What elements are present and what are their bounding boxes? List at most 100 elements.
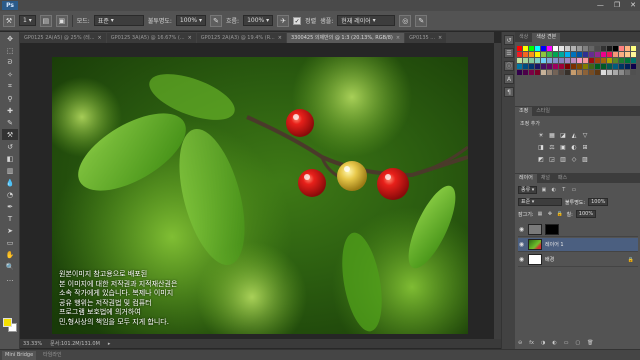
type-filter-icon[interactable]: T (560, 187, 567, 194)
marquee-tool-icon[interactable]: ⬚ (2, 45, 18, 56)
history-panel-icon[interactable]: ↺ (504, 35, 514, 45)
layer-row[interactable]: ◉ 배경 🔒 (518, 253, 638, 267)
shape-tool-icon[interactable]: ▭ (2, 237, 18, 248)
exposure-adjust-icon[interactable]: ◭ (570, 132, 578, 139)
close-tab-icon[interactable]: × (98, 33, 102, 43)
close-tab-icon[interactable]: × (438, 33, 442, 43)
eyedropper-tool-icon[interactable]: ⚲ (2, 93, 18, 104)
dodge-tool-icon[interactable]: ◔ (2, 189, 18, 200)
close-tab-icon[interactable]: × (396, 33, 400, 43)
timeline-tab[interactable]: 타임라인 (40, 351, 64, 360)
history-brush-tool-icon[interactable]: ↺ (2, 141, 18, 152)
foreground-color-swatch[interactable] (3, 318, 12, 327)
healing-brush-tool-icon[interactable]: ✚ (2, 105, 18, 116)
zoom-level[interactable]: 33.33% (23, 341, 42, 347)
maximize-button[interactable]: ❐ (614, 1, 620, 9)
hand-tool-icon[interactable]: ✋ (2, 249, 18, 260)
tab-color[interactable]: 색상 (515, 33, 532, 42)
fill-field[interactable]: 100% (575, 210, 597, 218)
paragraph-panel-icon[interactable]: ¶ (504, 87, 514, 97)
selective-color-adjust-icon[interactable]: ◇ (570, 156, 578, 163)
brush-panel-icon[interactable]: ▤ (39, 14, 52, 27)
layer-style-icon[interactable]: fx (529, 340, 534, 346)
color-picker[interactable] (3, 318, 17, 332)
tab-adjustments[interactable]: 조정 (515, 107, 533, 116)
posterize-adjust-icon[interactable]: ◲ (548, 156, 556, 163)
tab-swatches[interactable]: 색상 견본 (532, 33, 561, 42)
minimize-button[interactable]: — (597, 1, 604, 9)
layer-opacity-field[interactable]: 100% (588, 198, 609, 206)
type-tool-icon[interactable]: T (2, 213, 18, 224)
layer-kind-filter[interactable]: 종류 ▾ (518, 186, 538, 194)
color-balance-adjust-icon[interactable]: ⚖ (548, 144, 556, 151)
brush-tool-icon[interactable]: ✎ (2, 117, 18, 128)
pressure-opacity-icon[interactable]: ✎ (210, 14, 222, 27)
layer-row[interactable]: ◉ (518, 223, 638, 237)
new-group-icon[interactable]: ▭ (564, 340, 569, 346)
document-tab-active[interactable]: 3300425 의제반의 @ 1:3 (20.13%, RGB/8) × (286, 33, 405, 43)
curves-adjust-icon[interactable]: ◪ (559, 132, 567, 139)
new-layer-icon[interactable]: ▢ (575, 340, 580, 346)
layer-name[interactable]: 레이어 1 (545, 241, 564, 248)
lock-position-icon[interactable]: ✥ (547, 211, 554, 218)
status-arrow-icon[interactable]: ▸ (108, 341, 111, 347)
new-adjustment-icon[interactable]: ◐ (552, 340, 556, 346)
blend-mode-select[interactable]: 표준 ▾ (518, 198, 562, 206)
eraser-tool-icon[interactable]: ◧ (2, 153, 18, 164)
quick-select-tool-icon[interactable]: ✧ (2, 69, 18, 80)
clone-stamp-tool-icon[interactable]: ⚒ (2, 129, 18, 140)
sample-select[interactable]: 현재 레이어 ▾ (337, 15, 396, 26)
info-panel-icon[interactable]: ⓘ (504, 61, 514, 71)
gradient-tool-icon[interactable]: ▥ (2, 165, 18, 176)
eye-icon[interactable]: ◉ (518, 226, 525, 233)
document-tab[interactable]: GP0125 2A(A3) @ 19.4% (R... × (196, 33, 286, 43)
aligned-checkbox[interactable]: ✓ (293, 16, 302, 25)
properties-panel-icon[interactable]: ☰ (504, 48, 514, 58)
clone-source-icon[interactable]: ▣ (55, 14, 68, 27)
tab-styles[interactable]: 스타일 (532, 107, 554, 116)
channel-mixer-adjust-icon[interactable]: ⊞ (581, 144, 589, 151)
zoom-tool-icon[interactable]: 🔍 (2, 261, 18, 272)
add-mask-icon[interactable]: ◑ (541, 340, 545, 346)
threshold-adjust-icon[interactable]: ▥ (559, 156, 567, 163)
more-tools-icon[interactable]: … (2, 273, 18, 284)
document-tab[interactable]: GP0135 ... × (405, 33, 447, 43)
layer-mask-thumbnail[interactable] (545, 224, 559, 235)
mode-select[interactable]: 표준 ▾ (93, 15, 144, 26)
tab-layers[interactable]: 레이어 (515, 174, 537, 183)
tab-channels[interactable]: 채널 (537, 174, 554, 183)
brush-size-picker[interactable]: 1 ▾ (19, 15, 36, 26)
invert-adjust-icon[interactable]: ◩ (537, 156, 545, 163)
link-layers-icon[interactable]: ⊖ (518, 340, 522, 346)
pressure-size-icon[interactable]: ✎ (415, 14, 428, 27)
black-white-adjust-icon[interactable]: ▣ (559, 144, 567, 151)
vertical-scrollbar[interactable] (494, 43, 501, 339)
close-tab-icon[interactable]: × (188, 33, 192, 43)
tab-paths[interactable]: 패스 (554, 174, 571, 183)
document-size[interactable]: 문서:101.2M/131.0M (50, 340, 100, 347)
pixel-filter-icon[interactable]: ▣ (540, 187, 547, 194)
adjust-filter-icon[interactable]: ◐ (550, 187, 557, 194)
mini-bridge-tab[interactable]: Mini Bridge (2, 350, 37, 360)
ignore-adjustment-icon[interactable]: ◎ (399, 14, 412, 27)
close-tab-icon[interactable]: × (278, 33, 282, 43)
crop-tool-icon[interactable]: ⌗ (2, 81, 18, 92)
eye-icon[interactable]: ◉ (518, 256, 525, 263)
eye-icon[interactable]: ◉ (518, 241, 525, 248)
vibrance-adjust-icon[interactable]: ▽ (581, 132, 589, 139)
layer-row-selected[interactable]: ◉ 레이어 1 (518, 238, 638, 252)
character-panel-icon[interactable]: A (504, 74, 514, 84)
color-swatch[interactable] (631, 70, 637, 76)
airbrush-icon[interactable]: ✈ (277, 14, 290, 27)
document-tab[interactable]: GP0125 3A(A5) @ 16.67% (... × (106, 33, 196, 43)
document-tab[interactable]: GP0125 2A(A5) @ 25% (레... × (20, 33, 106, 43)
clone-stamp-preset-icon[interactable]: ⚒ (3, 14, 15, 27)
levels-adjust-icon[interactable]: ▦ (548, 132, 556, 139)
blur-tool-icon[interactable]: 💧 (2, 177, 18, 188)
lasso-tool-icon[interactable]: ᘐ (2, 57, 18, 68)
hue-saturation-adjust-icon[interactable]: ◨ (537, 144, 545, 151)
flow-field[interactable]: 100% ▾ (243, 15, 274, 26)
layer-name[interactable]: 배경 (545, 256, 554, 263)
brightness-adjust-icon[interactable]: ☀ (537, 132, 545, 139)
close-button[interactable]: ✕ (630, 1, 636, 9)
